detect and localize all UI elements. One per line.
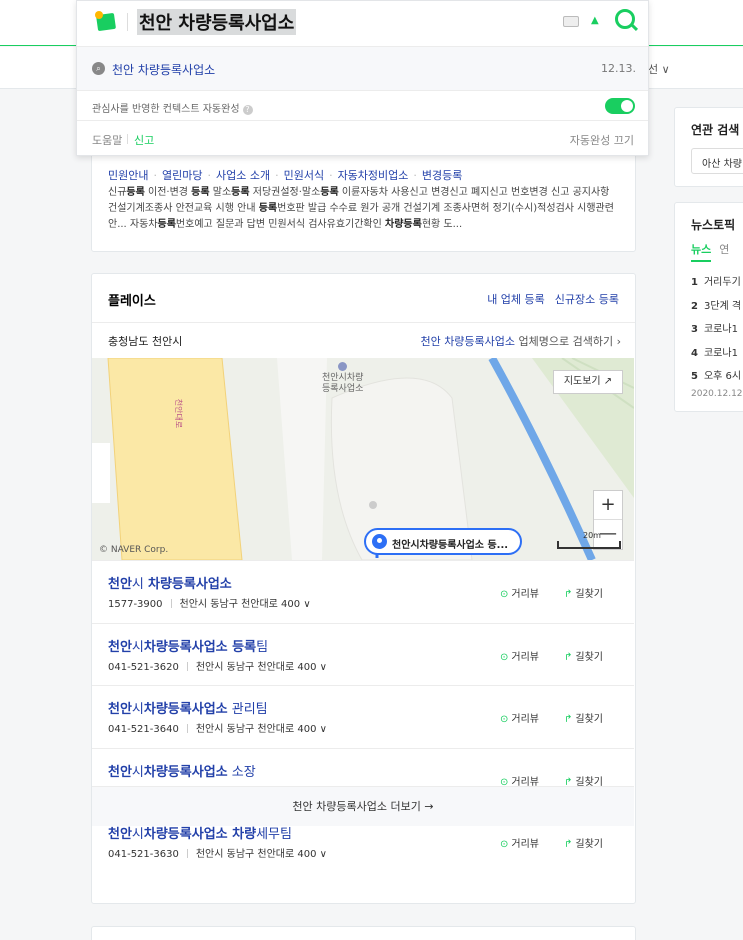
business-name[interactable]: 천안시차량등록사업소 등록팀 <box>108 636 268 655</box>
directions-icon: ↱ <box>564 839 573 850</box>
news-topic-list: 1 거리두기 2 3단계 격 3 코로나1 4 코로나1 5 오후 6시 <box>691 273 741 391</box>
news-topic-item[interactable]: 4 코로나1 <box>691 344 741 368</box>
street-view-icon: ⊙ <box>500 651 509 663</box>
news-topic-card: 뉴스토픽 뉴스 연 1 거리두기 2 3단계 격 3 코로나1 4 코로나1 5 오후 6시 202… <box>674 202 743 412</box>
phone: 041-521-3630 <box>108 849 179 860</box>
new-place-link[interactable]: 신규장소 등록 <box>555 293 619 306</box>
street-view-icon: ⊙ <box>500 839 509 850</box>
related-search-card: 연관 검색 아산 차량 <box>674 107 743 187</box>
directions-icon: ↱ <box>564 714 573 725</box>
more-menu[interactable]: 선 ∨ <box>648 61 670 77</box>
next-card <box>91 926 636 940</box>
road-label: 천안대로 <box>174 398 184 429</box>
location-pin-icon <box>372 534 387 549</box>
search-bar: 천안 차량등록사업소 ▲ <box>77 1 648 47</box>
autocomplete-panel: 천안 차량등록사업소 ▲ ⌕ 천안 차량등록사업소 12.13. 관심사를 반영… <box>76 0 649 156</box>
address[interactable]: 천안시 동남구 천안대로 400 ∨ <box>196 662 327 673</box>
street-view-button[interactable]: ⊙ 거리뷰 <box>500 585 539 600</box>
keyboard-icon[interactable] <box>563 16 579 27</box>
suggestion-item[interactable]: ⌕ 천안 차량등록사업소 12.13. <box>77 47 648 91</box>
street-view-icon: ⊙ <box>500 714 509 725</box>
directions-button[interactable]: ↱ 길찾기 <box>564 648 603 663</box>
business-meta: 1577-3900 천안시 동남구 천안대로 400 ∨ <box>108 595 311 610</box>
help-link[interactable]: 도움말 <box>92 132 122 148</box>
street-view-button[interactable]: ⊙ 거리뷰 <box>500 710 539 725</box>
collapse-arrow-icon[interactable]: ▲ <box>591 15 599 26</box>
tab-news[interactable]: 뉴스 <box>691 243 712 262</box>
context-autocomplete-row: 관심사를 반영한 컨텍스트 자동완성? <box>77 91 648 121</box>
suggestion-date: 12.13. <box>601 62 636 75</box>
directions-icon: ↱ <box>564 589 573 600</box>
phone: 041-521-3620 <box>108 661 179 673</box>
related-title: 연관 검색 <box>691 123 740 137</box>
sitelink[interactable]: 자동차정비업소 <box>338 169 409 182</box>
zoom-in-button[interactable]: + <box>594 491 622 520</box>
naver-logo-icon[interactable] <box>93 10 119 32</box>
search-icon[interactable] <box>615 9 635 29</box>
place-title: 플레이스 <box>108 294 156 309</box>
address[interactable]: 천안시 동남구 천안대로 400 ∨ <box>180 599 311 610</box>
news-topic-title: 뉴스토픽 <box>691 218 736 232</box>
poi-marker[interactable]: 천안시차량 등록사업소 <box>322 362 363 395</box>
sitelink[interactable]: 사업소 소개 <box>216 169 270 182</box>
autocomplete-off-link[interactable]: 자동완성 끄기 <box>570 132 634 148</box>
business-name[interactable]: 천안시 차량등록사업소 <box>108 573 232 592</box>
map-view-button[interactable]: 지도보기 ↗ <box>553 370 623 394</box>
history-icon: ⌕ <box>92 62 105 75</box>
business-item: 천안시차량등록사업소 관리팀 041-521-3640 천안시 동남구 천안대로 4… <box>92 685 634 747</box>
sitelink[interactable]: 민원안내 <box>108 169 148 182</box>
news-topic-item[interactable]: 1 거리두기 <box>691 273 741 297</box>
business-item: 천안시차량등록사업소 등록팀 041-521-3620 천안시 동남구 천안대로 4… <box>92 622 634 685</box>
report-link[interactable]: 신고 <box>134 132 154 148</box>
address[interactable]: 천안시 동남구 천안대로 400 ∨ <box>196 849 327 860</box>
autocomplete-footer: 도움말 신고 자동완성 끄기 <box>77 121 648 155</box>
map-copyright: © NAVER Corp. <box>99 545 169 555</box>
sitelink[interactable]: 열린마당 <box>162 169 202 182</box>
location-row: 충청남도 천안시 천안 차량등록사업소 업체명으로 검색하기 › <box>92 322 635 358</box>
phone: 041-521-3640 <box>108 724 179 735</box>
business-item: 천안시 차량등록사업소 1577-3900 천안시 동남구 천안대로 400 ∨ ⊙ 거… <box>92 560 634 622</box>
sitelinks: 민원안내 · 열린마당 · 사업소 소개 · 민원서식 · 자동차정비업소 · 변경등록 <box>108 169 463 182</box>
sitelink[interactable]: 변경등록 <box>422 169 462 182</box>
address[interactable]: 천안시 동남구 천안대로 400 ∨ <box>196 724 327 735</box>
map[interactable]: 천안시차량 등록사업소 천안대로 지도보기 ↗ + — © NAVER Corp… <box>92 358 634 560</box>
context-toggle[interactable] <box>605 98 635 114</box>
my-business-link[interactable]: 내 업체 등록 <box>487 293 545 306</box>
street-view-button[interactable]: ⊙ 거리뷰 <box>500 648 539 663</box>
site-snippet-card: 민원안내 · 열린마당 · 사업소 소개 · 민원서식 · 자동차정비업소 · 변경등록 신규등록 … <box>91 150 636 252</box>
business-meta: 041-521-3630 천안시 동남구 천안대로 400 ∨ <box>108 845 327 860</box>
business-meta: 041-521-3620 천안시 동남구 천안대로 400 ∨ <box>108 658 327 673</box>
place-card: 플레이스 내 업체 등록 신규장소 등록 충청남도 천안시 천안 차량등록사업소 … <box>91 273 636 904</box>
help-icon[interactable]: ? <box>242 105 253 115</box>
context-label: 관심사를 반영한 컨텍스트 자동완성 <box>92 104 240 115</box>
news-topic-item[interactable]: 3 코로나1 <box>691 320 741 344</box>
directions-button[interactable]: ↱ 길찾기 <box>564 585 603 600</box>
phone: 1577-3900 <box>108 599 163 610</box>
search-input[interactable]: 천안 차량등록사업소 <box>137 9 297 35</box>
more-results-link[interactable]: 천안 차량등록사업소 더보기 → <box>92 786 634 826</box>
directions-button[interactable]: ↱ 길찾기 <box>564 835 603 850</box>
directions-icon: ↱ <box>564 651 573 663</box>
directions-button[interactable]: ↱ 길찾기 <box>564 710 603 725</box>
map-scale: 20m <box>557 531 621 549</box>
sitelink[interactable]: 민원서식 <box>284 169 324 182</box>
news-topic-date: 2020.12.12 <box>691 389 743 399</box>
business-name[interactable]: 천안시차량등록사업소 소장 <box>108 761 256 780</box>
tab-other[interactable]: 연 <box>719 243 729 256</box>
snippet-text: 신규등록 이전·변경 등록 말소등록 저당권설정·말소등록 이륜자동차 사용신고… <box>108 187 614 230</box>
news-topic-item[interactable]: 2 3단계 격 <box>691 297 741 321</box>
business-meta: 041-521-3640 천안시 동남구 천안대로 400 ∨ <box>108 720 327 735</box>
news-topic-item[interactable]: 5 오후 6시 <box>691 367 741 391</box>
related-chip[interactable]: 아산 차량 <box>691 148 743 174</box>
place-pin[interactable]: 천안시차량등록사업소 등... <box>364 528 522 555</box>
business-name[interactable]: 천안시차량등록사업소 관리팀 <box>108 698 268 717</box>
poi-icon <box>338 362 348 371</box>
street-view-icon: ⊙ <box>500 589 509 600</box>
street-view-button[interactable]: ⊙ 거리뷰 <box>500 835 539 850</box>
search-by-name-link[interactable]: 천안 차량등록사업소 업체명으로 검색하기 › <box>420 333 621 349</box>
region-label: 충청남도 천안시 <box>108 335 183 348</box>
suggestion-text[interactable]: 천안 차량등록사업소 <box>112 61 215 78</box>
